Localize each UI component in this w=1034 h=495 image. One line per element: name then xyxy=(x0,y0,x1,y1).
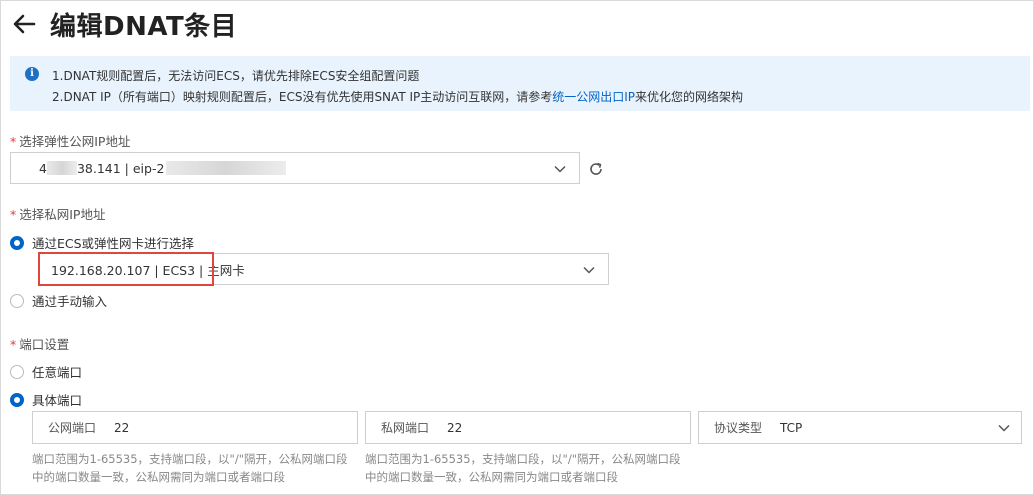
radio-ecs-select[interactable]: 通过ECS或弹性网卡进行选择 xyxy=(10,233,194,252)
radio-any-port-label: 任意端口 xyxy=(32,365,83,380)
eip-label: * 选择弹性公网IP地址 xyxy=(10,134,131,149)
eip-select[interactable]: 4 38.141 | eip-2 xyxy=(10,152,580,184)
radio-specific-port-label: 具体端口 xyxy=(32,393,83,408)
port-label: * 端口设置 xyxy=(10,337,70,352)
chevron-down-icon xyxy=(998,424,1010,432)
radio-manual-input[interactable]: 通过手动输入 xyxy=(10,291,107,310)
radio-ecs-label: 通过ECS或弹性网卡进行选择 xyxy=(32,236,195,251)
eip-label-text: 选择弹性公网IP地址 xyxy=(19,134,131,149)
private-port-input[interactable]: 私网端口 22 xyxy=(365,411,691,444)
notice-line-2-text: 2.DNAT IP（所有端口）映射规则配置后，ECS没有优先使用SNAT IP主… xyxy=(52,90,553,104)
private-ip-label: * 选择私网IP地址 xyxy=(10,207,106,222)
back-arrow-icon[interactable] xyxy=(10,10,38,38)
notice-line-2-tail: 来优化您的网络架构 xyxy=(635,90,744,104)
public-port-input[interactable]: 公网端口 22 xyxy=(32,411,358,444)
chevron-down-icon xyxy=(583,266,595,274)
notice-line-1: 1.DNAT规则配置后，无法访问ECS，请优先排除ECS安全组配置问题 xyxy=(52,69,420,83)
protocol-label: 协议类型 xyxy=(714,421,763,435)
info-icon: i xyxy=(25,67,39,81)
chevron-down-icon xyxy=(554,165,566,173)
private-port-value: 22 xyxy=(447,420,463,435)
public-port-hint: 端口范围为1-65535，支持端口段，以"/"隔开，公私网端口段 中的端口数量一… xyxy=(32,450,348,486)
eip-value: 38.141 | eip-2 xyxy=(76,160,165,176)
hint-line-1: 端口范围为1-65535，支持端口段，以"/"隔开，公私网端口段 xyxy=(365,452,681,466)
protocol-value: TCP xyxy=(780,420,803,435)
page-title: 编辑DNAT条目 xyxy=(50,11,238,42)
hint-line-2: 中的端口数量一致，公私网需同为端口或者端口段 xyxy=(365,470,618,484)
private-port-hint: 端口范围为1-65535，支持端口段，以"/"隔开，公私网端口段 中的端口数量一… xyxy=(365,450,681,486)
radio-specific-port[interactable]: 具体端口 xyxy=(10,390,82,409)
unified-egress-ip-link[interactable]: 统一公网出口IP xyxy=(552,90,635,104)
radio-manual-label: 通过手动输入 xyxy=(32,294,108,309)
private-ip-label-text: 选择私网IP地址 xyxy=(19,207,106,222)
eip-value-prefix: 4 xyxy=(39,160,47,176)
public-port-label: 公网端口 xyxy=(48,421,97,435)
info-notice: i 1.DNAT规则配置后，无法访问ECS，请优先排除ECS安全组配置问题 2.… xyxy=(10,56,1030,111)
radio-selected-icon xyxy=(10,235,24,250)
header: 编辑DNAT条目 xyxy=(10,4,237,44)
port-label-text: 端口设置 xyxy=(19,337,70,352)
private-ip-select[interactable]: 192.168.20.107 | ECS3 | 主网卡 xyxy=(38,253,609,285)
protocol-select[interactable]: 协议类型 TCP xyxy=(698,411,1022,444)
radio-any-port[interactable]: 任意端口 xyxy=(10,362,82,381)
radio-unselected-icon xyxy=(10,364,24,379)
radio-unselected-icon xyxy=(10,293,24,308)
private-port-label: 私网端口 xyxy=(381,421,430,435)
redacted-block xyxy=(46,161,77,175)
refresh-icon[interactable] xyxy=(588,161,604,177)
hint-line-2: 中的端口数量一致，公私网需同为端口或者端口段 xyxy=(32,470,285,484)
public-port-value: 22 xyxy=(114,420,130,435)
private-ip-value: 192.168.20.107 | ECS3 | 主网卡 xyxy=(51,262,245,278)
redacted-block xyxy=(166,161,287,175)
radio-selected-icon xyxy=(10,392,24,407)
notice-line-2: 2.DNAT IP（所有端口）映射规则配置后，ECS没有优先使用SNAT IP主… xyxy=(52,88,743,105)
hint-line-1: 端口范围为1-65535，支持端口段，以"/"隔开，公私网端口段 xyxy=(32,452,348,466)
